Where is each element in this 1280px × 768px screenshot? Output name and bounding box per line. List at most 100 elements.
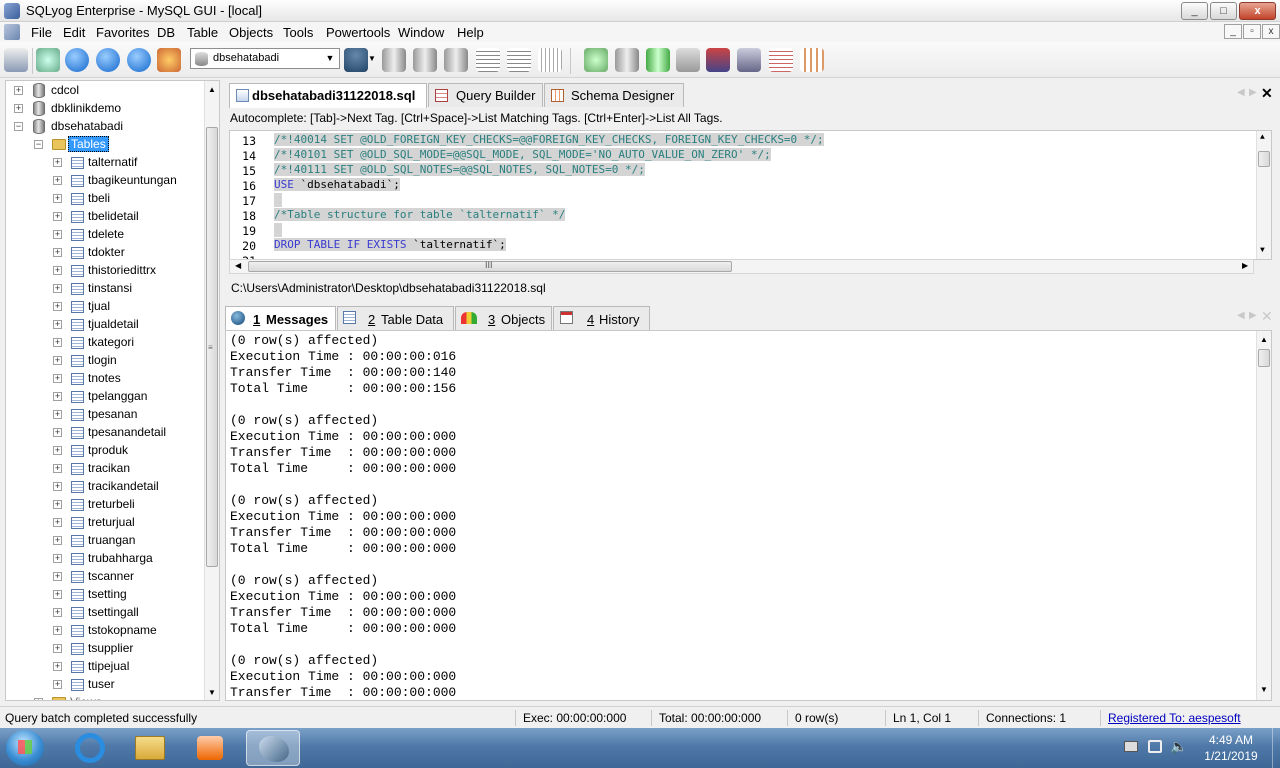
tree-table-node[interactable]: + tracikan [6, 460, 204, 478]
menu-tools[interactable]: Tools [276, 24, 320, 41]
copy-database-icon[interactable] [646, 48, 670, 72]
tree-table-node[interactable]: + thistoriedittrx [6, 262, 204, 280]
scroll-down-icon[interactable]: ▼ [1260, 246, 1265, 255]
document-icon[interactable] [4, 24, 20, 40]
expand-icon[interactable]: + [53, 572, 62, 581]
expand-icon[interactable]: + [53, 482, 62, 491]
clock-date[interactable]: 1/21/2019 [1194, 749, 1268, 763]
expand-icon[interactable]: + [14, 104, 23, 113]
expand-icon[interactable]: + [53, 392, 62, 401]
expand-icon[interactable]: + [53, 662, 62, 671]
tree-views-folder[interactable]: + Views [6, 694, 204, 700]
menu-objects[interactable]: Objects [222, 24, 280, 41]
tree-table-node[interactable]: + tscanner [6, 568, 204, 586]
menu-file[interactable]: File [24, 24, 59, 41]
tree-table-node[interactable]: + tjual [6, 298, 204, 316]
mdi-restore-button[interactable]: ▫ [1243, 24, 1261, 39]
expand-icon[interactable]: + [53, 338, 62, 347]
expand-icon[interactable]: + [53, 446, 62, 455]
tree-table-node[interactable]: + talternatif [6, 154, 204, 172]
expand-icon[interactable]: + [53, 176, 62, 185]
tree-table-node[interactable]: + treturjual [6, 514, 204, 532]
collapse-icon[interactable]: − [14, 122, 23, 131]
table-data-icon[interactable] [476, 48, 500, 72]
tab-scroll-right-icon[interactable]: ▶ [1249, 310, 1257, 321]
expand-icon[interactable]: + [53, 320, 62, 329]
chevron-down-icon[interactable]: ▼ [368, 54, 376, 63]
expand-icon[interactable]: + [53, 266, 62, 275]
expand-icon[interactable]: + [53, 230, 62, 239]
scheduled-backup-icon[interactable] [706, 48, 730, 72]
query-profiler-icon[interactable] [769, 48, 793, 72]
mdi-minimize-button[interactable]: _ [1224, 24, 1242, 39]
chevron-down-icon[interactable]: ▼ [323, 50, 337, 67]
show-desktop-button[interactable] [1272, 728, 1280, 768]
execute-edit-icon[interactable] [127, 48, 151, 72]
expand-icon[interactable]: + [53, 644, 62, 653]
expand-icon[interactable]: + [53, 374, 62, 383]
execute-all-icon[interactable] [96, 48, 120, 72]
tree-database-node[interactable]: + cdcol [6, 82, 204, 100]
expand-icon[interactable]: + [14, 86, 23, 95]
messages-scrollbar[interactable]: ▲ ▼ [1256, 331, 1271, 700]
tree-table-node[interactable]: + tpesanan [6, 406, 204, 424]
menu-table[interactable]: Table [180, 24, 225, 41]
tree-table-node[interactable]: + tlogin [6, 352, 204, 370]
sqlyog-taskbar-button[interactable] [246, 730, 300, 766]
tree-table-node[interactable]: + tdokter [6, 244, 204, 262]
volume-icon[interactable]: 🔈 [1170, 738, 1187, 755]
network-icon[interactable] [1148, 740, 1162, 753]
minimize-button[interactable]: _ [1181, 2, 1208, 20]
expand-icon[interactable]: + [53, 608, 62, 617]
tab-scroll-left-icon[interactable]: ◀ [1237, 87, 1245, 98]
scroll-up-icon[interactable]: ▲ [1260, 133, 1265, 142]
expand-icon[interactable]: + [53, 194, 62, 203]
execute-query-icon[interactable] [65, 48, 89, 72]
tree-table-node[interactable]: + tdelete [6, 226, 204, 244]
tree-table-node[interactable]: + tproduk [6, 442, 204, 460]
messages-scroll-thumb[interactable] [1258, 349, 1270, 367]
expand-icon[interactable]: + [53, 464, 62, 473]
result-grid-icon[interactable] [507, 48, 531, 72]
menu-db[interactable]: DB [150, 24, 182, 41]
scroll-down-icon[interactable]: ▼ [208, 688, 216, 697]
explorer-taskbar-button[interactable] [123, 730, 177, 766]
menu-help[interactable]: Help [450, 24, 491, 41]
editor-horizontal-scrollbar[interactable]: ◀ III ▶ [229, 259, 1254, 274]
tab-messages[interactable]: 1 Messages [225, 306, 336, 331]
tree-table-node[interactable]: + tsupplier [6, 640, 204, 658]
refresh-object-icon[interactable] [36, 48, 60, 72]
expand-icon[interactable]: + [53, 554, 62, 563]
restore-db-icon[interactable] [413, 48, 437, 72]
tree-table-node[interactable]: + ttipejual [6, 658, 204, 676]
tab-scroll-right-icon[interactable]: ▶ [1249, 87, 1257, 98]
data-sync-icon[interactable] [584, 48, 608, 72]
tree-table-node[interactable]: + trubahharga [6, 550, 204, 568]
mdi-close-button[interactable]: x [1262, 24, 1280, 39]
tree-table-node[interactable]: + tbelidetail [6, 208, 204, 226]
expand-icon[interactable]: + [53, 428, 62, 437]
tree-table-node[interactable]: + tsettingall [6, 604, 204, 622]
tab-history[interactable]: 4 History [553, 306, 650, 330]
user-manager-icon[interactable] [344, 48, 368, 72]
scroll-right-icon[interactable]: ▶ [1242, 261, 1248, 270]
menu-window[interactable]: Window [391, 24, 451, 41]
scroll-down-icon[interactable]: ▼ [1260, 685, 1268, 694]
tab-sql-file[interactable]: dbsehatabadi31122018.sql [229, 83, 427, 108]
collapse-icon[interactable]: − [34, 140, 43, 149]
import-db-icon[interactable] [444, 48, 468, 72]
close-tab-icon[interactable]: ✕ [1261, 85, 1273, 102]
new-connection-icon[interactable] [4, 48, 28, 72]
start-button[interactable] [6, 730, 44, 766]
editor-hscroll-thumb[interactable]: III [248, 260, 732, 272]
tree-scrollbar[interactable]: ▲ ≡ ▼ [204, 81, 219, 700]
close-tab-icon[interactable]: ✕ [1261, 308, 1273, 325]
backup-db-icon[interactable] [382, 48, 406, 72]
tab-table-data[interactable]: 2 Table Data [337, 306, 454, 330]
tree-table-node[interactable]: + tinstansi [6, 280, 204, 298]
scroll-up-icon[interactable]: ▲ [1260, 335, 1268, 344]
visual-designer-icon[interactable] [800, 48, 824, 72]
expand-icon[interactable]: + [53, 284, 62, 293]
tree-table-node[interactable]: + tbeli [6, 190, 204, 208]
menu-edit[interactable]: Edit [56, 24, 92, 41]
